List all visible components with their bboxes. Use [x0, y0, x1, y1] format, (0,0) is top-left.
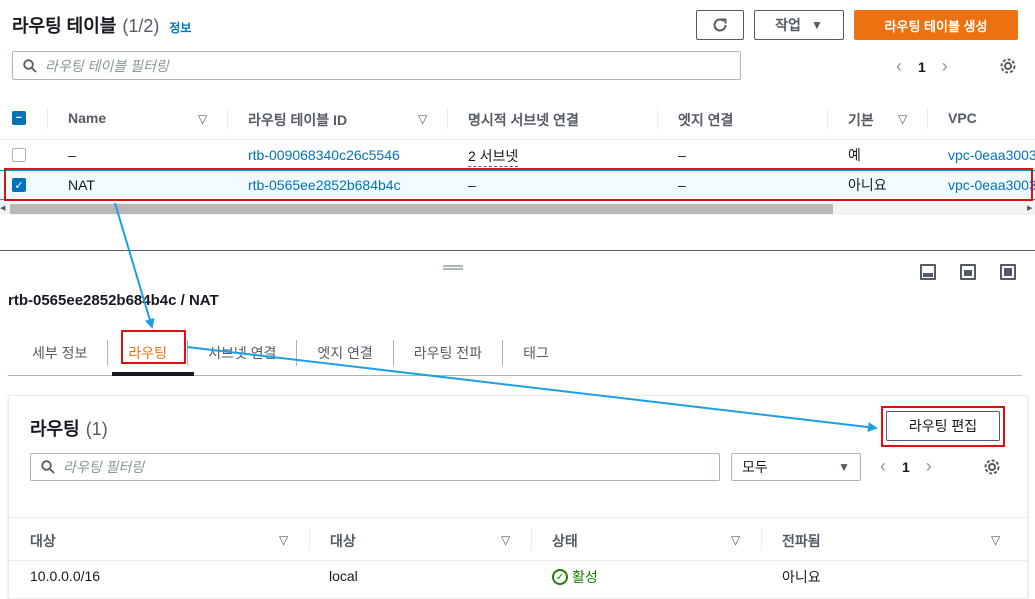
col-destination[interactable]: 대상	[30, 531, 56, 551]
col-explicit-subnet[interactable]: 명시적 서브넷 연결	[468, 110, 579, 130]
routes-pagination: ‹ 1 ›	[880, 456, 932, 477]
routes-table-header: 대상 ▽ 대상 ▽ 상태 ▽ 전파됨 ▽	[9, 517, 1027, 561]
row-explicit-subnet[interactable]: 2 서브넷	[468, 146, 519, 167]
row-route-table-id[interactable]: rtb-009068340c26c5546	[248, 147, 400, 163]
annotation-highlight-tab	[121, 330, 186, 364]
row-vpc[interactable]: vpc-0eaa3003	[948, 147, 1035, 163]
tab-route-propagation[interactable]: 라우팅 전파	[394, 340, 504, 366]
search-placeholder: 라우팅 테이블 필터링	[45, 57, 169, 74]
route-status: ✓ 활성	[552, 567, 598, 587]
panel-bottom-icon[interactable]	[920, 264, 936, 280]
chevron-left-icon[interactable]: ‹	[896, 56, 902, 77]
actions-label: 작업	[775, 17, 801, 33]
search-icon	[23, 58, 37, 73]
table-header: − Name ▽ 라우팅 테이블 ID ▽ 명시적 서브넷 연결 엣지 연결 기…	[0, 98, 1035, 140]
route-target: local	[329, 568, 358, 584]
sort-icon[interactable]: ▽	[198, 112, 207, 126]
row-name: –	[68, 147, 76, 163]
chevron-right-icon[interactable]: ›	[942, 56, 948, 77]
col-edge-association[interactable]: 엣지 연결	[678, 110, 733, 130]
create-route-table-button[interactable]: 라우팅 테이블 생성	[854, 10, 1018, 40]
routes-settings-gear-icon[interactable]	[983, 458, 1001, 476]
routes-count: (1)	[85, 419, 108, 439]
col-status[interactable]: 상태	[552, 531, 578, 551]
chevron-right-icon[interactable]: ›	[926, 456, 932, 477]
refresh-button[interactable]	[696, 10, 744, 40]
info-link[interactable]: 정보	[169, 19, 191, 36]
page-title: 라우팅 테이블	[12, 16, 117, 36]
row-main: 예	[848, 147, 861, 163]
pagination: ‹ 1 ›	[896, 56, 948, 77]
caret-down-icon: ▼	[838, 460, 850, 474]
page-title-group: 라우팅 테이블 (1/2) 정보	[12, 12, 191, 38]
active-tab-indicator	[112, 372, 194, 376]
routes-filter-value: 모두	[742, 459, 768, 475]
route-status-text: 활성	[572, 569, 598, 585]
routes-page-number[interactable]: 1	[902, 459, 910, 475]
route-destination: 10.0.0.0/16	[30, 568, 101, 584]
routes-table-row[interactable]: 10.0.0.0/16 local ✓ 활성 아니요	[9, 561, 1027, 591]
col-target[interactable]: 대상	[330, 531, 356, 551]
routes-search[interactable]: 라우팅 필터링	[30, 453, 720, 481]
detail-tabs: 세부 정보 라우팅 서브넷 연결 엣지 연결 라우팅 전파 태그	[12, 330, 569, 376]
row-edge: –	[678, 147, 686, 163]
col-route-table-id[interactable]: 라우팅 테이블 ID	[248, 110, 347, 130]
annotation-highlight-edit	[881, 406, 1005, 447]
scroll-left-icon[interactable]: ◀	[0, 204, 5, 212]
table-row[interactable]: – rtb-009068340c26c5546 2 서브넷 – 예 vpc-0e…	[0, 140, 1035, 170]
tab-tags[interactable]: 태그	[503, 340, 569, 366]
col-vpc[interactable]: VPC	[948, 110, 977, 126]
drag-handle-icon[interactable]	[443, 265, 463, 270]
routes-title-group: 라우팅 (1)	[30, 415, 108, 441]
caret-down-icon: ▼	[810, 18, 823, 32]
sort-icon[interactable]: ▽	[898, 112, 907, 126]
sort-icon[interactable]: ▽	[731, 533, 740, 547]
route-table-search[interactable]: 라우팅 테이블 필터링	[12, 51, 741, 80]
routes-filter-select[interactable]: 모두 ▼	[731, 453, 861, 481]
search-icon	[41, 460, 55, 474]
scroll-right-icon[interactable]: ▶	[1027, 204, 1032, 212]
tab-edge-associations[interactable]: 엣지 연결	[297, 340, 394, 366]
panel-side-icon[interactable]	[960, 264, 976, 280]
sort-icon[interactable]: ▽	[279, 533, 288, 547]
row-checkbox[interactable]	[12, 148, 26, 162]
annotation-highlight-row	[4, 168, 1033, 201]
detail-title: rtb-0565ee2852b684b4c / NAT	[8, 292, 219, 309]
sort-icon[interactable]: ▽	[418, 112, 427, 126]
col-name[interactable]: Name	[68, 110, 106, 126]
split-divider	[0, 250, 1035, 251]
tab-details[interactable]: 세부 정보	[12, 340, 109, 366]
col-propagated[interactable]: 전파됨	[782, 531, 821, 551]
actions-dropdown[interactable]: 작업 ▼	[754, 10, 844, 40]
scrollbar-thumb[interactable]	[10, 204, 833, 214]
route-propagated: 아니요	[782, 569, 821, 585]
select-all-checkbox[interactable]: −	[12, 111, 26, 125]
panel-full-icon[interactable]	[1000, 264, 1016, 280]
selection-count: (1/2)	[122, 16, 160, 36]
check-circle-icon: ✓	[552, 569, 568, 585]
page-number[interactable]: 1	[918, 59, 926, 75]
sort-icon[interactable]: ▽	[501, 533, 510, 547]
chevron-left-icon[interactable]: ‹	[880, 456, 886, 477]
settings-gear-icon[interactable]	[999, 57, 1017, 75]
col-main[interactable]: 기본	[848, 110, 874, 130]
refresh-icon	[713, 18, 727, 32]
tab-subnet-associations[interactable]: 서브넷 연결	[188, 340, 298, 366]
routes-search-placeholder: 라우팅 필터링	[63, 459, 145, 475]
routes-title: 라우팅	[30, 419, 80, 439]
sort-icon[interactable]: ▽	[991, 533, 1000, 547]
